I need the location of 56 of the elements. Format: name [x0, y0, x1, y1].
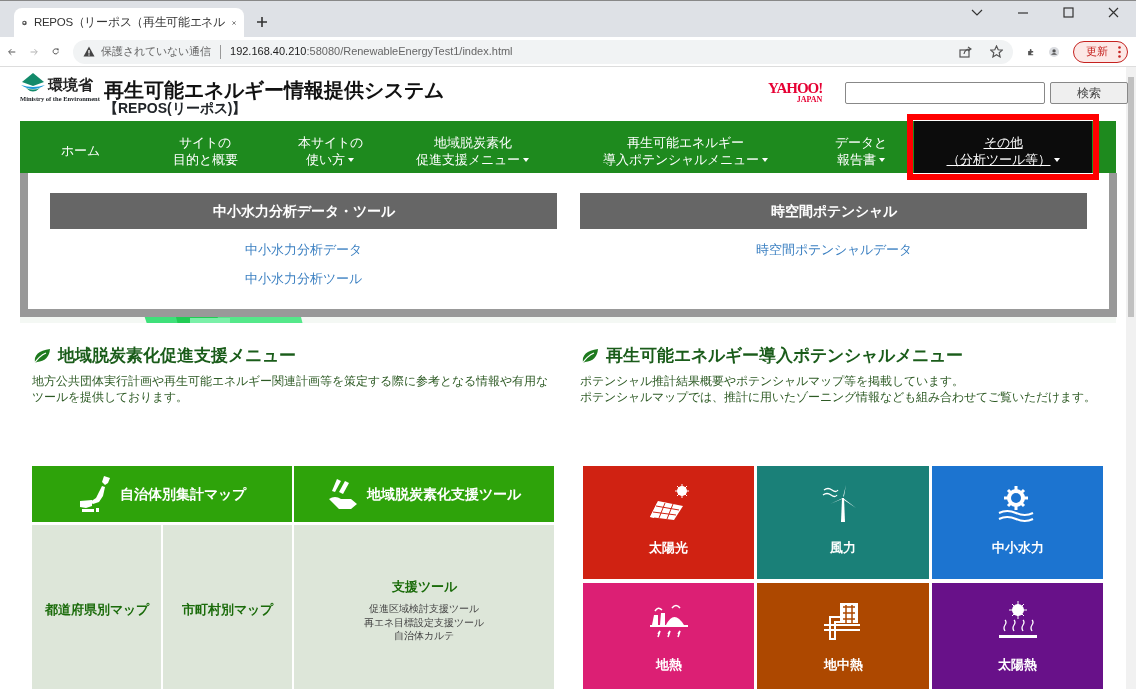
- chevron-down-icon[interactable]: [971, 8, 983, 17]
- separator-line: [220, 44, 221, 59]
- menu-tile[interactable]: 自治体別集計マップ: [32, 466, 292, 522]
- site-subtitle: 【REPOS(リーポス)】: [104, 101, 248, 117]
- energy-tile[interactable]: 地中熱: [757, 583, 929, 689]
- tab-title: REPOS（リーポス（再生可能エネル: [34, 14, 225, 30]
- menu-link[interactable]: 時空間ポテンシャルデータ: [755, 240, 912, 260]
- url-text: 192.168.40.210:58080/RenewableEnergyTest1/index.html: [230, 44, 513, 60]
- reload-icon[interactable]: [51, 45, 59, 58]
- section-description: ポテンシャル推計結果概要やポテンシャルマップ等を掲載しています。 ポテンシャルマップでは、推計に用いたゾーニング情報なども組み合わせてご覧いただけます。: [580, 373, 1097, 406]
- support-tool-link[interactable]: 促進区域検討支援ツール: [369, 602, 479, 616]
- leaf-icon: [580, 346, 600, 365]
- menu-heading: 時空間ポテンシャル: [580, 193, 1087, 229]
- map-link-tile[interactable]: 市町村別マップ: [163, 525, 292, 689]
- support-tool-link[interactable]: 再エネ目標設定支援ツール: [364, 615, 484, 629]
- update-button[interactable]: 更新: [1073, 40, 1128, 63]
- browser-tab[interactable]: REPOS（リーポス（再生可能エネル: [14, 8, 244, 37]
- share-icon[interactable]: [959, 45, 972, 58]
- menu-link[interactable]: 中小水力分析データ: [245, 240, 362, 260]
- star-icon[interactable]: [990, 45, 1003, 58]
- search-button[interactable]: 検索: [1050, 82, 1128, 104]
- nav-item[interactable]: 地域脱炭素化 促進支援メニュー: [390, 121, 555, 173]
- energy-tile[interactable]: 太陽光: [583, 466, 754, 579]
- section-description: 地方公共団体実行計画や再生可能エネルギー関連計画等を策定する際に参考となる情報や有用な ツールを提供しております。: [32, 373, 549, 406]
- scrollbar[interactable]: [1126, 67, 1136, 689]
- nav-item[interactable]: 再生可能エネルギー 導入ポテンシャルメニュー: [555, 121, 815, 173]
- support-tool-link[interactable]: 自治体カルテ: [394, 629, 454, 643]
- nav-item[interactable]: サイトの 目的と概要: [140, 121, 270, 173]
- support-tools-title[interactable]: 支援ツール: [391, 577, 457, 597]
- menu-tile[interactable]: 地域脱炭素化支援ツール: [294, 466, 554, 522]
- pencil-hand-icon: [327, 477, 359, 511]
- sun-heat-icon: [996, 601, 1039, 641]
- menu-heading: 中小水力分析データ・ツール: [50, 193, 557, 229]
- yahoo-logo[interactable]: YAHOO! JAPAN: [768, 81, 823, 104]
- map-link-tile[interactable]: 都道府県別マップ: [32, 525, 161, 689]
- energy-tile[interactable]: 中小水力: [932, 466, 1103, 579]
- section-title: 再生可能エネルギー導入ポテンシャルメニュー: [606, 345, 963, 367]
- leaf-icon: [32, 346, 52, 365]
- more-icon: [1118, 45, 1121, 58]
- menu-link[interactable]: 中小水力分析ツール: [245, 268, 362, 288]
- close-icon[interactable]: [1108, 7, 1119, 18]
- address-bar[interactable]: 保護されていない通信 192.168.40.210:58080/RenewableEnergyTest1/index.html: [73, 39, 1013, 64]
- energy-tile[interactable]: 太陽熱: [932, 583, 1103, 689]
- security-label: 保護されていない通信: [101, 44, 211, 60]
- nav-item[interactable]: ホーム: [20, 121, 140, 173]
- energy-tile[interactable]: 風力: [757, 466, 929, 579]
- nav-item[interactable]: 本サイトの 使い方: [270, 121, 390, 173]
- energy-tile[interactable]: 地熱: [583, 583, 754, 689]
- section-title: 地域脱炭素化促進支援メニュー: [58, 345, 296, 367]
- new-tab-icon[interactable]: [256, 16, 268, 28]
- site-title: 再生可能エネルギー情報提供システム: [104, 79, 444, 101]
- nav-item[interactable]: データと 報告書: [815, 121, 907, 173]
- search-field[interactable]: [845, 82, 1045, 104]
- warning-icon: [83, 46, 95, 57]
- maximize-icon[interactable]: [1063, 7, 1074, 18]
- ministry-name: 環境省: [48, 76, 93, 92]
